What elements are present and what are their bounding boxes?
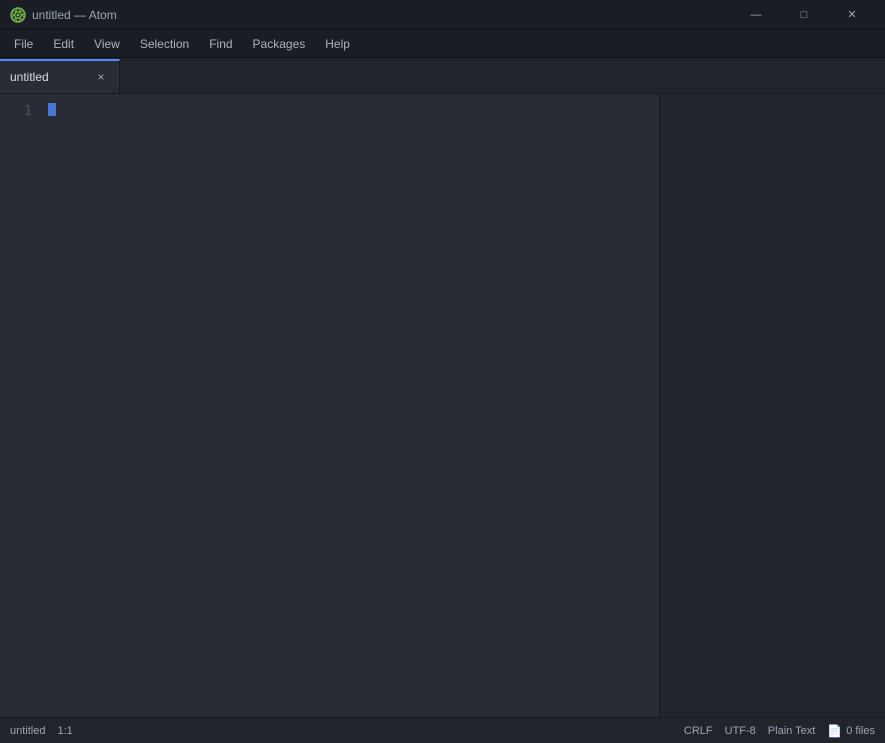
close-button[interactable]: ✕: [829, 0, 875, 30]
status-right: CRLF UTF-8 Plain Text 📄 0 files: [684, 724, 875, 738]
status-filename[interactable]: untitled: [10, 725, 45, 737]
status-grammar[interactable]: Plain Text: [768, 725, 816, 737]
minimize-button[interactable]: ―: [733, 0, 779, 30]
menu-find[interactable]: Find: [199, 33, 242, 55]
line-number-gutter: 1: [0, 94, 40, 717]
tab-title: untitled: [10, 70, 87, 84]
window-controls: ― □ ✕: [733, 0, 875, 30]
window-title: untitled — Atom: [32, 8, 733, 22]
cursor-pos-label: 1:1: [57, 725, 72, 737]
status-files[interactable]: 📄 0 files: [827, 724, 875, 738]
files-label: 0 files: [846, 725, 875, 737]
status-bar: untitled 1:1 CRLF UTF-8 Plain Text 📄 0 f…: [0, 717, 885, 743]
text-cursor: [48, 103, 56, 116]
tab-close-button[interactable]: ×: [93, 69, 109, 85]
line-number: 1: [0, 102, 32, 123]
filename-label: untitled: [10, 725, 45, 737]
file-icon: 📄: [827, 724, 842, 738]
status-line-endings[interactable]: CRLF: [684, 725, 713, 737]
menu-view[interactable]: View: [84, 33, 130, 55]
maximize-button[interactable]: □: [781, 0, 827, 30]
menu-help[interactable]: Help: [315, 33, 360, 55]
tab-untitled[interactable]: untitled ×: [0, 59, 120, 93]
menu-packages[interactable]: Packages: [243, 33, 316, 55]
title-bar: untitled — Atom ― □ ✕: [0, 0, 885, 30]
status-left: untitled 1:1: [10, 725, 73, 737]
editor-pane[interactable]: [40, 94, 659, 717]
line-endings-label: CRLF: [684, 725, 713, 737]
app-icon: [10, 7, 26, 23]
grammar-label: Plain Text: [768, 725, 816, 737]
editor-container: 1: [0, 94, 885, 717]
menu-selection[interactable]: Selection: [130, 33, 199, 55]
status-cursor-position[interactable]: 1:1: [57, 725, 72, 737]
right-panel: [660, 94, 885, 717]
tab-bar: untitled ×: [0, 58, 885, 94]
encoding-label: UTF-8: [725, 725, 756, 737]
menu-bar: File Edit View Selection Find Packages H…: [0, 30, 885, 58]
menu-edit[interactable]: Edit: [43, 33, 84, 55]
status-encoding[interactable]: UTF-8: [725, 725, 756, 737]
menu-file[interactable]: File: [4, 33, 43, 55]
